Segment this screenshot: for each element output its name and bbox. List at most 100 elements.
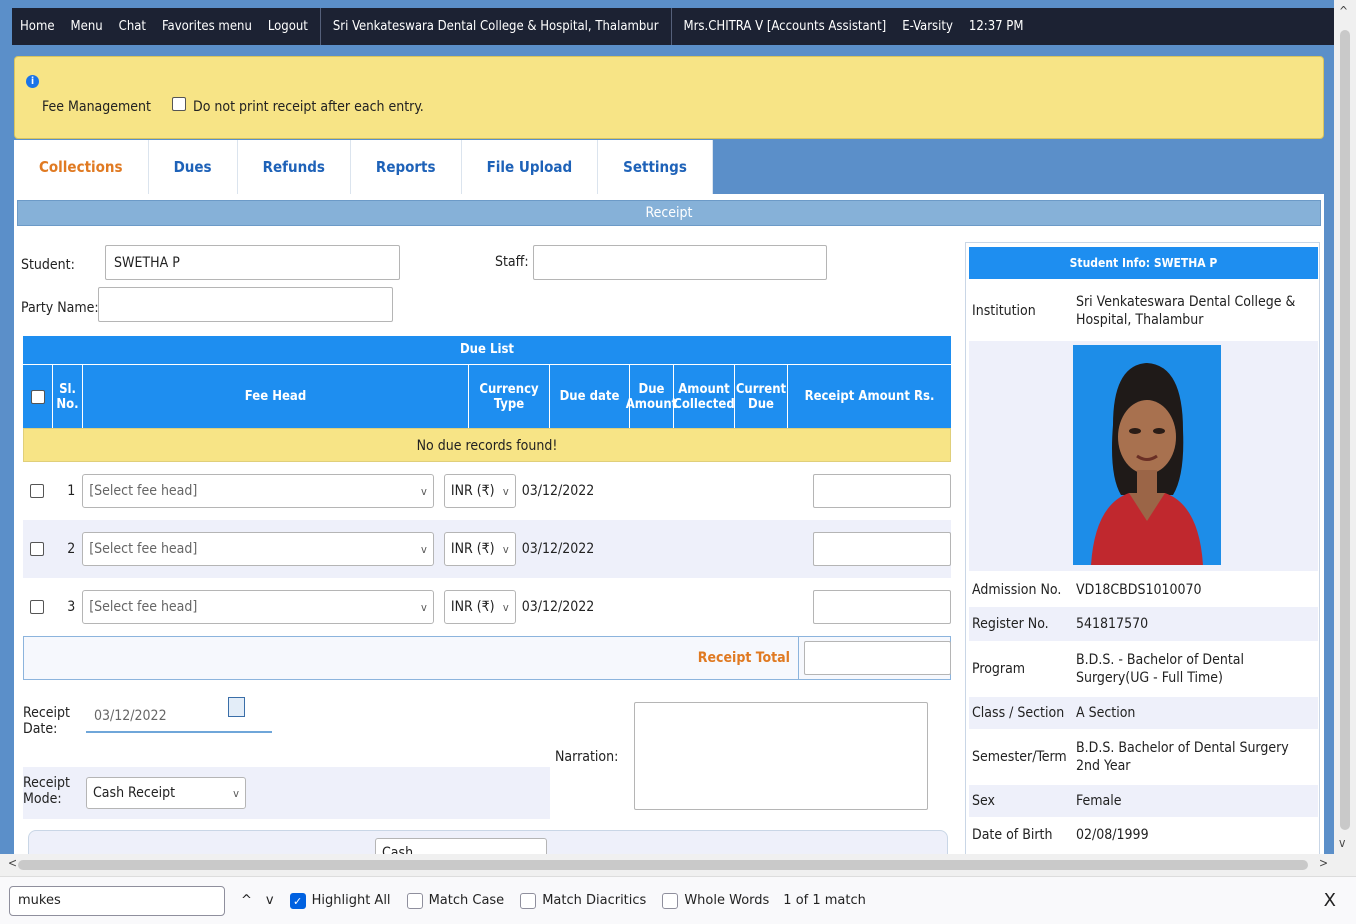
find-previous-icon[interactable]: ^ [241,893,252,908]
row-checkbox[interactable] [29,542,44,556]
vertical-scrollbar[interactable]: ^ v [1334,0,1356,854]
narration-label: Narration: [555,749,619,765]
match-diacritics-label: Match Diacritics [542,893,647,908]
fee-management-notice: i Fee Management Do not print receipt af… [14,56,1324,139]
scroll-left-icon[interactable]: < [8,856,17,870]
nav-logout[interactable]: Logout [260,19,316,34]
tab-settings[interactable]: Settings [598,140,713,194]
info-value: 541817570 [1076,616,1149,632]
chevron-down-icon: v [502,542,509,556]
col-sl-no: Sl. No. [53,365,83,428]
nav-menu[interactable]: Menu [63,19,111,34]
close-icon[interactable]: X [1324,890,1336,911]
select-all-cell [23,365,53,428]
scroll-up-icon[interactable]: ^ [1339,4,1348,18]
info-value: B.D.S. Bachelor of Dental Surgery 2nd Ye… [1076,740,1289,774]
col-current-due: Current Due [735,365,788,428]
row-checkbox[interactable] [29,600,44,614]
receipt-title: Receipt [17,200,1321,226]
fee-head-value: [Select fee head] [89,541,198,557]
receipt-date-input[interactable]: 03/12/2022 [86,701,226,731]
info-key: Sex [972,793,995,809]
match-diacritics-checkbox[interactable] [520,892,537,909]
partial-select[interactable]: Cash [375,838,547,854]
col-currency-type: Currency Type [469,365,550,428]
date-underline [86,731,272,733]
scrollbar-thumb[interactable] [1340,30,1350,830]
currency-value: INR (₹) [450,483,495,499]
info-row: Program B.D.S. - Bachelor of Dental Surg… [969,641,1318,697]
scrollbar-thumb[interactable] [18,860,1308,870]
currency-select[interactable]: INR (₹) v [443,590,516,624]
no-print-receipt-label: Do not print receipt after each entry. [193,99,424,115]
receipt-date-label: Receipt Date: [23,705,70,737]
partial-select-value: Cash [382,845,414,854]
scroll-right-icon[interactable]: > [1319,856,1328,870]
match-case-label: Match Case [428,893,505,908]
row-check-cell [23,484,51,498]
receipt-form-area: Receipt Date: 03/12/2022 Receipt Mode: C… [23,689,951,824]
nav-home[interactable]: Home [12,19,63,34]
top-nav-bar: Home Menu Chat Favorites menu Logout Sri… [12,8,1334,45]
nav-favorites-menu[interactable]: Favorites menu [154,19,260,34]
currency-select[interactable]: INR (₹) v [443,474,516,508]
whole-words-option[interactable]: Whole Words [662,892,769,909]
receipt-amount-input[interactable] [812,532,951,566]
match-case-option[interactable]: Match Case [406,892,505,909]
fee-head-select[interactable]: [Select fee head] v [82,474,434,508]
nav-chat[interactable]: Chat [111,19,154,34]
currency-select[interactable]: INR (₹) v [443,532,516,566]
due-list-title: Due List [23,336,951,364]
tab-file-upload[interactable]: File Upload [461,140,599,194]
tab-refunds[interactable]: Refunds [237,140,351,194]
find-next-icon[interactable]: v [266,893,274,908]
horizontal-scrollbar[interactable]: < > [0,854,1356,876]
info-row: Date of Birth 02/08/1999 [969,819,1318,851]
col-amount-collected: Amount Collected [673,365,735,428]
info-row: Sex Female [969,785,1318,817]
info-row: Register No. 541817570 [969,607,1318,641]
chevron-down-icon: v [421,542,427,556]
row-checkbox[interactable] [29,484,44,498]
tab-collections[interactable]: Collections [14,140,149,194]
chevron-down-icon: v [233,786,239,800]
select-all-checkbox[interactable] [30,389,45,404]
info-icon: i [26,75,39,88]
due-list-header: Sl. No. Fee Head Currency Type Due date … [23,364,951,428]
highlight-all-option[interactable]: ✓ Highlight All [289,892,391,909]
due-date-value: 03/12/2022 [521,541,595,557]
find-input[interactable]: mukes [9,885,225,916]
narration-textarea[interactable] [634,702,928,810]
receipt-total-row: Receipt Total [23,636,951,680]
col-due-amount: Due Amount [626,365,677,428]
scroll-down-icon[interactable]: v [1339,836,1345,850]
nav-user: Mrs.CHITRA V [Accounts Assistant] [683,19,887,34]
fee-head-select[interactable]: [Select fee head] v [82,532,434,566]
whole-words-checkbox[interactable] [662,892,679,909]
info-value: B.D.S. - Bachelor of Dental Surgery(UG -… [1076,652,1244,686]
staff-input[interactable] [533,245,827,280]
receipt-total-input[interactable] [804,641,951,675]
due-list-table: Due List Sl. No. Fee Head Currency Type … [23,336,951,680]
info-key: Program [972,661,1026,677]
tab-dues[interactable]: Dues [148,140,238,194]
highlight-all-checkbox[interactable]: ✓ [289,892,306,909]
info-value: Female [1076,793,1122,809]
party-name-input[interactable] [98,287,393,322]
col-receipt-amount: Receipt Amount Rs. [804,389,935,404]
col-fee-head: Fee Head [83,365,469,428]
receipt-amount-input[interactable] [812,590,951,624]
info-row: Semester/Term B.D.S. Bachelor of Dental … [969,729,1318,785]
chevron-down-icon: v [421,600,427,614]
nav-evarsity: E-Varsity [902,19,953,34]
row-number: 2 [67,541,76,557]
fee-head-select[interactable]: [Select fee head] v [82,590,434,624]
calendar-icon[interactable] [228,697,245,717]
receipt-amount-input[interactable] [812,474,951,508]
no-print-receipt-checkbox[interactable] [172,97,186,111]
match-diacritics-option[interactable]: Match Diacritics [520,892,647,909]
tab-reports[interactable]: Reports [350,140,462,194]
student-input[interactable]: SWETHA P [105,245,400,280]
receipt-mode-select[interactable]: Cash Receipt v [86,777,246,809]
match-case-checkbox[interactable] [406,892,423,909]
